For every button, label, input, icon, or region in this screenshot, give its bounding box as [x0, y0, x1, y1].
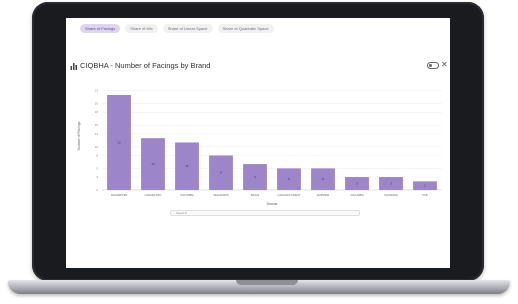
x-tick-label: BIGGS — [251, 193, 259, 197]
x-tick-label: CANADA DRY — [145, 193, 162, 197]
tab-bar: Share of Facings Share of Mix Share of L… — [80, 24, 274, 33]
y-tick-label: 0 — [96, 188, 98, 192]
bar-value-label: 22 — [117, 140, 121, 144]
tab-share-of-facings[interactable]: Share of Facings — [80, 24, 121, 33]
close-icon[interactable]: ✕ — [441, 60, 448, 70]
toggle-icon[interactable] — [427, 62, 439, 69]
tab-share-of-mix[interactable]: Share of Mix — [125, 24, 158, 33]
laptop-base — [8, 280, 510, 294]
bar-chart: 0 3 5 8 10 13 15 18 20 23 22 SCHWEPPES 12 CANADA DRY 1… — [77, 89, 442, 206]
x-tick-label: SEAGRAM'S — [213, 193, 228, 197]
tab-share-of-quadratic-space[interactable]: Share of Quadratic Space — [217, 24, 274, 33]
y-tick-label: 5 — [96, 166, 98, 170]
tab-share-of-linear-space[interactable]: Share of Linear Space — [162, 24, 213, 33]
x-tick-label: PCB — [422, 193, 428, 197]
bar-value-label: 12 — [151, 162, 155, 166]
app-screen: Share of Facings Share of Mix Share of L… — [66, 18, 450, 268]
chart-title: CIQBHA - Number of Facings by Brand — [80, 61, 211, 70]
y-tick-label: 8 — [96, 153, 98, 157]
bar-chart-icon — [70, 63, 77, 70]
y-tick-label: 20 — [95, 102, 99, 106]
x-tick-label: FAIRVIEW — [317, 193, 330, 197]
y-tick-label: 15 — [95, 123, 99, 127]
scrollbar-label: Select ▾ — [176, 211, 187, 215]
x-tick-label: CANADA'S FINEST — [278, 193, 301, 197]
y-tick-label: 18 — [95, 110, 99, 114]
y-tick-label: 13 — [95, 132, 99, 136]
x-tick-label: SQUAMISH — [384, 193, 398, 197]
x-tick-label: COLUMBIA — [350, 193, 364, 197]
y-tick-label: 23 — [95, 89, 99, 93]
x-axis-title: Brands — [267, 202, 278, 206]
bar-value-label: 11 — [185, 164, 188, 168]
horizontal-scrollbar[interactable]: Select ▾ — [170, 210, 360, 216]
y-tick-label: 10 — [95, 145, 99, 149]
chart-header: CIQBHA - Number of Facings by Brand ✕ — [70, 60, 448, 74]
y-axis-title: Number of Facings — [77, 121, 81, 150]
x-tick-label: COLUMBIA — [180, 193, 194, 197]
laptop-notch — [236, 280, 298, 285]
x-tick-label: SCHWEPPES — [111, 193, 128, 197]
y-tick-label: 3 — [96, 175, 98, 179]
